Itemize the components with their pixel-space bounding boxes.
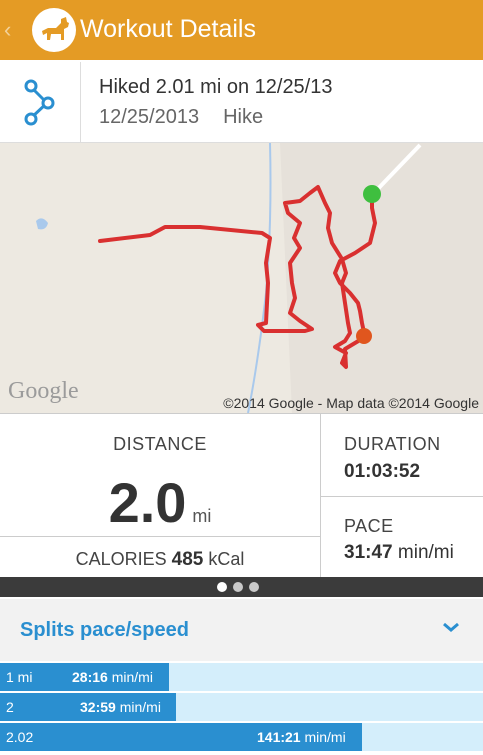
split-row: 2.02 141:21 min/mi — [0, 723, 483, 751]
chevron-left-icon[interactable]: ‹ — [4, 17, 11, 43]
split-label: 1 mi — [6, 669, 33, 685]
split-label: 2.02 — [6, 729, 34, 745]
divider — [321, 496, 483, 497]
split-pace: 141:21 min/mi — [257, 729, 346, 745]
splits-header[interactable]: Splits pace/speed — [0, 599, 483, 661]
divider — [0, 536, 320, 537]
workout-title: Hiked 2.01 mi on 12/25/13 — [99, 76, 333, 98]
distance-unit: mi — [192, 506, 212, 526]
distance-label: DISTANCE — [113, 434, 207, 454]
duration-value: 01:03:52 — [344, 461, 421, 482]
split-row: 1 mi 28:16 min/mi — [0, 663, 483, 691]
calories: CALORIES 485 kCal — [0, 549, 320, 571]
split-pace: 28:16 min/mi — [72, 669, 153, 685]
chevron-down-icon[interactable] — [441, 617, 461, 642]
app-header: ‹ Workout Details — [0, 0, 483, 60]
page-dot-2[interactable] — [233, 582, 243, 592]
pace-label: PACE — [344, 516, 394, 536]
split-pace: 32:59 min/mi — [80, 699, 161, 715]
distance-value: 2.0 mi — [0, 470, 320, 535]
split-label: 2 — [6, 699, 14, 715]
dog-logo-icon[interactable] — [32, 8, 76, 52]
pace-value: 31:47 min/mi — [344, 542, 454, 564]
calories-label: CALORIES — [75, 549, 167, 569]
pace-number: 31:47 — [344, 542, 393, 563]
pace-unit: min/mi — [397, 542, 454, 563]
google-logo: Google — [8, 378, 79, 404]
workout-subtitle: 12/25/2013 Hike — [99, 106, 263, 129]
calories-value: 485 — [171, 549, 204, 570]
route-icon-box — [0, 62, 81, 142]
map-attribution: ©2014 Google - Map data ©2014 Google — [223, 395, 479, 411]
start-marker — [363, 185, 381, 203]
workout-activity: Hike — [223, 106, 264, 128]
splits-title: Splits pace/speed — [20, 619, 189, 641]
duration-label: DURATION — [344, 434, 441, 454]
distance-number: 2.0 — [108, 471, 187, 534]
page-dot-1[interactable] — [217, 582, 227, 592]
page-indicator[interactable] — [0, 577, 483, 597]
route-map[interactable]: Google ©2014 Google - Map data ©2014 Goo… — [0, 143, 483, 413]
page-dot-3[interactable] — [249, 582, 259, 592]
split-row: 2 32:59 min/mi — [0, 693, 483, 721]
calories-unit: kCal — [208, 549, 245, 569]
end-marker — [356, 328, 372, 344]
stats-panel: DISTANCE 2.0 mi CALORIES 485 kCal DURATIO… — [0, 413, 483, 577]
page-title: Workout Details — [80, 15, 256, 43]
workout-date: 12/25/2013 — [99, 106, 200, 128]
workout-summary: Hiked 2.01 mi on 12/25/13 12/25/2013 Hike — [0, 62, 483, 143]
route-icon — [24, 79, 55, 126]
